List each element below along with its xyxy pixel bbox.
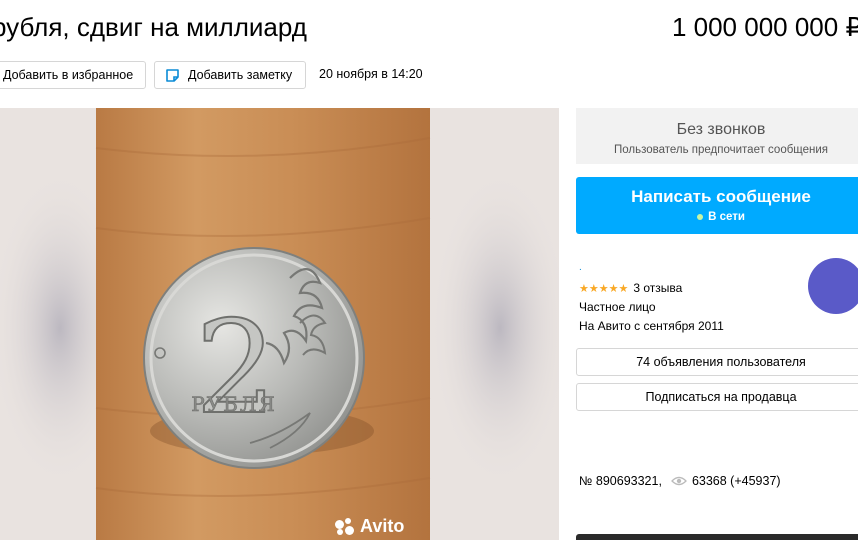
item-number: № 890693321, bbox=[579, 474, 662, 488]
note-label: Добавить заметку bbox=[188, 68, 293, 82]
seller-rating[interactable]: ★★★★★ 3 отзыва bbox=[579, 281, 682, 295]
no-calls-subtitle: Пользователь предпочитает сообщения bbox=[613, 144, 829, 156]
avito-logo-icon bbox=[334, 517, 358, 536]
no-calls-notice: Без звонков Пользователь предпочитает со… bbox=[576, 108, 858, 164]
online-status: В сети bbox=[576, 211, 858, 223]
listing-date: 20 ноября в 14:20 bbox=[319, 67, 423, 81]
favorite-label: Добавить в избранное bbox=[3, 68, 134, 82]
avatar[interactable] bbox=[808, 258, 858, 314]
watermark-text: Avito bbox=[360, 516, 405, 536]
online-status-label: В сети bbox=[708, 211, 745, 223]
coin-word: РУБЛЯ bbox=[191, 392, 276, 416]
note-icon bbox=[165, 68, 180, 83]
seller-since: На Авито с сентября 2011 bbox=[579, 319, 724, 333]
add-note-button[interactable]: Добавить заметку bbox=[154, 61, 306, 89]
listing-price: 1 000 000 000 ₽ bbox=[671, 12, 858, 42]
seller-ads-button[interactable]: 74 объявления пользователя bbox=[576, 348, 858, 376]
eye-icon bbox=[671, 476, 687, 486]
photo-gallery[interactable]: 2 РУБЛЯ bbox=[0, 108, 559, 540]
avito-watermark: Avito bbox=[334, 516, 404, 537]
no-calls-title: Без звонков bbox=[676, 121, 766, 138]
add-to-favorites-button[interactable]: Добавить в избранное bbox=[0, 61, 146, 89]
subscribe-seller-button[interactable]: Подписаться на продавца bbox=[576, 383, 858, 411]
seller-type: Частное лицо bbox=[579, 300, 656, 314]
rating-stars-icon: ★★★★★ bbox=[579, 282, 629, 295]
reviews-count: 3 отзыва bbox=[633, 281, 683, 295]
coin-denomination: 2 bbox=[195, 294, 276, 443]
message-button-label: Написать сообщение bbox=[631, 187, 811, 206]
seller-name-link[interactable]: . bbox=[579, 262, 582, 273]
views-count: 63368 (+45937) bbox=[691, 474, 781, 488]
listing-stats: № 890693321, 63368 (+45937) bbox=[579, 474, 781, 488]
coin-photo: 2 РУБЛЯ bbox=[0, 108, 559, 540]
listing-title: рубля, сдвиг на миллиард bbox=[0, 12, 307, 42]
write-message-button[interactable]: Написать сообщение В сети bbox=[576, 177, 858, 234]
online-dot-icon bbox=[697, 214, 704, 220]
bottom-panel bbox=[576, 534, 858, 540]
